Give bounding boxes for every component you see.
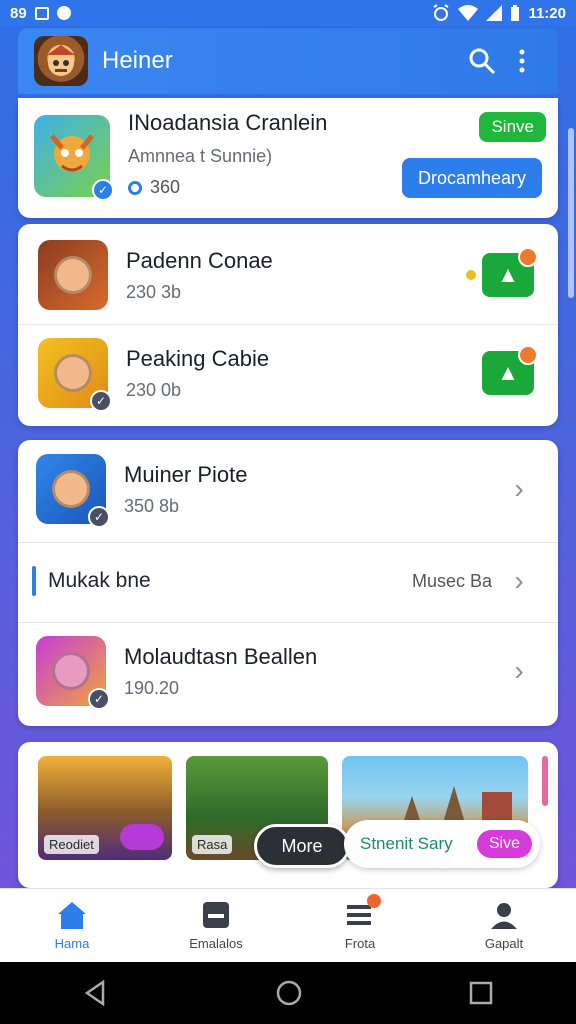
- section-action[interactable]: Musec Ba: [412, 571, 492, 592]
- featured-thumbnail: ✓: [34, 115, 114, 201]
- verified-badge-icon: ✓: [92, 179, 114, 201]
- character-face-icon: [52, 470, 90, 508]
- battery-icon: [511, 5, 520, 21]
- nav-label: Gapalt: [484, 936, 524, 951]
- featured-card[interactable]: ✓ INoadansia Cranlein Amnnea t Sunnie) 3…: [18, 98, 558, 218]
- more-vert-icon: [519, 49, 525, 73]
- messenger-icon: [56, 6, 71, 20]
- nav-home[interactable]: Hama: [17, 900, 127, 951]
- count-icon: [128, 180, 142, 195]
- chevron-right-icon: ›: [514, 655, 524, 686]
- notification-badge: [367, 894, 381, 908]
- play-store-icon: ▲: [497, 360, 519, 385]
- item-title: Padenn Conae: [126, 247, 273, 273]
- status-left-text: 89: [10, 4, 27, 22]
- list-item[interactable]: ✓ Muiner Piote 350 8b ›: [18, 454, 558, 528]
- game-thumbnail[interactable]: Reodiet: [38, 756, 172, 860]
- back-icon[interactable]: [83, 980, 109, 1006]
- section-row[interactable]: Mukak bne Musec Ba ›: [18, 565, 558, 596]
- notification-dot: [518, 247, 538, 267]
- install-button[interactable]: ▲: [482, 345, 538, 395]
- recents-icon[interactable]: [469, 981, 493, 1005]
- featured-count: 360: [150, 177, 181, 197]
- search-icon: [469, 48, 496, 75]
- item-meta: 190.20: [124, 677, 180, 698]
- alarm-icon: [433, 4, 450, 21]
- character-logo-icon: [47, 45, 75, 76]
- chevron-right-icon: ›: [514, 473, 524, 504]
- item-thumbnail: [38, 240, 108, 310]
- nav-list[interactable]: Frota: [305, 894, 415, 951]
- list-item[interactable]: ✓ Molaudtasn Beallen 190.20 ›: [18, 636, 558, 710]
- divider: [18, 324, 558, 325]
- item-title: Molaudtasn Beallen: [124, 643, 318, 669]
- item-meta: 350 8b: [124, 495, 180, 516]
- bottom-navigation: Hama Emalalos Frota Gapalt: [0, 888, 576, 962]
- character-face-icon: [54, 256, 92, 294]
- status-tag: Sinve: [479, 112, 546, 142]
- notification-icon: [34, 6, 49, 20]
- home-icon: [55, 900, 89, 930]
- profile-icon: [487, 900, 521, 930]
- app-logo: [34, 36, 88, 86]
- system-navigation-bar: [0, 962, 576, 1024]
- nav-label: Hama: [54, 936, 90, 951]
- search-button[interactable]: [462, 41, 502, 81]
- info-text: Stnenit Sary: [360, 834, 453, 853]
- play-store-icon: ▲: [497, 262, 519, 287]
- item-meta: 230 0b: [126, 379, 182, 400]
- nav-inbox[interactable]: Emalalos: [161, 900, 271, 951]
- list-icon: [343, 894, 381, 930]
- purple-button-icon: [120, 824, 164, 850]
- list-card-a: Padenn Conae 230 3b ▲ ✓ Peaking Cabie 23…: [18, 224, 558, 426]
- more-button[interactable]: More: [254, 824, 350, 868]
- item-title: Peaking Cabie: [126, 345, 270, 371]
- chevron-right-icon: ›: [514, 565, 524, 596]
- section-label: Mukak bne: [48, 569, 151, 592]
- indicator-dot: [466, 270, 476, 280]
- edge-thumbnail: [542, 756, 548, 806]
- scrollbar[interactable]: [568, 128, 574, 298]
- verified-badge-icon: ✓: [88, 688, 110, 710]
- status-time: 11:20: [528, 4, 566, 22]
- nav-label: Emalalos: [189, 936, 243, 951]
- list-card-b: ✓ Muiner Piote 350 8b › Mukak bne Musec …: [18, 440, 558, 726]
- install-button[interactable]: ▲: [482, 247, 538, 297]
- home-circle-icon[interactable]: [276, 980, 302, 1006]
- verified-badge-icon: ✓: [90, 390, 112, 412]
- verified-badge-icon: ✓: [88, 506, 110, 528]
- list-item[interactable]: Padenn Conae 230 3b ▲: [18, 240, 558, 310]
- character-face-icon: [54, 354, 92, 392]
- notification-dot: [518, 345, 538, 365]
- dragon-character-icon: [50, 134, 94, 172]
- signal-icon: [486, 5, 503, 21]
- character-face-icon: [52, 652, 90, 690]
- item-thumbnail: ✓: [36, 636, 110, 710]
- thumbnail-caption: Rasa: [192, 835, 233, 854]
- status-bar: 89 11:20: [0, 0, 576, 26]
- inbox-icon: [199, 900, 233, 930]
- item-thumbnail: ✓: [38, 338, 112, 412]
- section-accent-bar: [32, 566, 36, 596]
- featured-action-button[interactable]: Drocamheary: [402, 158, 542, 198]
- item-meta: 230 3b: [126, 281, 182, 302]
- nav-profile[interactable]: Gapalt: [449, 900, 559, 951]
- app-bar: Heiner: [18, 28, 558, 94]
- app-title: Heiner: [102, 47, 173, 74]
- item-title: Muiner Piote: [124, 461, 248, 487]
- info-action-button[interactable]: Sive: [476, 830, 532, 858]
- info-pill[interactable]: Stnenit Sary Sive: [344, 820, 540, 868]
- list-item[interactable]: ✓ Peaking Cabie 230 0b ▲: [18, 338, 558, 412]
- divider: [18, 542, 558, 543]
- divider: [18, 622, 558, 623]
- thumbnail-caption: Reodiet: [44, 835, 99, 854]
- item-thumbnail: ✓: [36, 454, 110, 528]
- wifi-icon: [458, 5, 479, 21]
- featured-strip-card: Reodiet Rasa More Stnenit Sary Sive: [18, 742, 558, 888]
- overflow-menu-button[interactable]: [502, 41, 542, 81]
- nav-label: Frota: [344, 936, 376, 951]
